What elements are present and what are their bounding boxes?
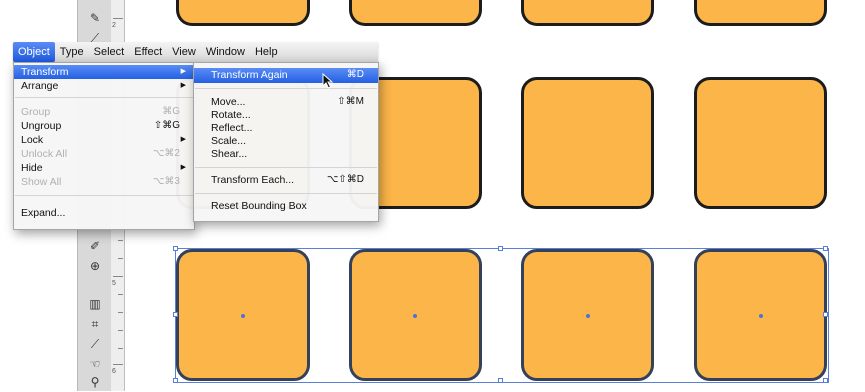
submenu-arrow-icon: ▶ [180,136,186,143]
slice-icon[interactable]: ⟋ [84,334,106,354]
menu-help[interactable]: Help [250,42,283,62]
menu-view[interactable]: View [167,42,201,62]
menu-item-reset-bounding-box[interactable]: Reset Bounding Box [194,199,378,213]
ruler-tick [118,312,123,313]
menu-item-arrange[interactable]: Arrange ▶ [14,79,194,93]
menu-item-show-all: Show All ⌥⌘3 [21,176,180,188]
menu-object[interactable]: Object [13,42,55,62]
symbol-sprayer-icon[interactable]: ⊕ [84,256,106,276]
bounding-box-handle[interactable] [823,378,828,383]
menu-item-lock[interactable]: Lock ▶ [14,133,194,147]
menu-type[interactable]: Type [55,42,89,62]
menu-item-group: Group ⌘G [21,106,180,118]
artboard-icon[interactable]: ⌗ [84,314,106,334]
menu-item-transform-again[interactable]: Transform Again ⌘D [194,68,378,83]
bounding-box-handle[interactable] [173,378,178,383]
menu-separator [15,97,193,98]
selection-bounding-box[interactable] [175,248,829,383]
ruler-tick [118,240,123,241]
menu-item-transform[interactable]: Transform ▶ [14,65,194,79]
bounding-box-handle[interactable] [498,246,503,251]
submenu-arrow-icon: ▶ [180,164,186,171]
bounding-box-handle[interactable] [823,312,828,317]
rounded-square-tile[interactable] [521,0,654,26]
hand-icon[interactable]: ☜ [84,354,106,374]
object-menu: Transform ▶ Arrange ▶ Group ⌘G Ungroup ⇧⌘G L… [13,62,195,230]
rounded-square-tile[interactable] [521,77,654,209]
menu-item-shear[interactable]: Shear... [194,147,378,161]
bounding-box-handle[interactable] [173,312,178,317]
menu-select[interactable]: Select [89,42,130,62]
pen-tool-icon[interactable]: ✎ [84,8,106,28]
ruler-tick [113,18,123,19]
menu-window[interactable]: Window [201,42,250,62]
menu-separator [195,193,377,194]
bounding-box-handle[interactable] [498,378,503,383]
menu-bar: Object Type Select Effect View Window He… [13,42,378,63]
ruler-tick [118,348,123,349]
submenu-arrow-icon: ▶ [180,82,186,89]
ruler-tick [118,330,123,331]
rounded-square-tile[interactable] [176,0,310,26]
column-graph-icon[interactable]: ▥ [84,294,106,314]
ruler-label: 6 [112,368,116,375]
menu-item-unlock-all: Unlock All ⌥⌘2 [21,148,180,160]
menu-separator [15,195,193,196]
rounded-square-tile[interactable] [694,77,827,209]
bounding-box-handle[interactable] [173,246,178,251]
menu-item-reflect[interactable]: Reflect... [194,121,378,135]
ruler-tick [113,276,123,277]
transform-submenu: Transform Again ⌘D Move... ⇧⌘M Rotate... R… [193,62,379,222]
menu-item-expand[interactable]: Expand... [14,206,194,220]
ruler-tick [118,258,123,259]
menu-item-rotate[interactable]: Rotate... [194,108,378,122]
bounding-box-handle[interactable] [823,246,828,251]
menu-item-transform-each[interactable]: Transform Each... ⌥⇧⌘D [194,173,378,187]
menu-item-hide[interactable]: Hide ▶ [14,161,194,175]
ruler-label: 2 [112,22,116,29]
ruler-label: 5 [112,280,116,287]
menu-separator [195,167,377,168]
menu-effect[interactable]: Effect [129,42,167,62]
menu-item-ungroup[interactable]: Ungroup ⇧⌘G [14,119,194,133]
rounded-square-tile[interactable] [694,0,827,26]
menu-separator [195,88,377,89]
mouse-pointer-icon [322,73,334,89]
menu-item-scale[interactable]: Scale... [194,134,378,148]
ruler-tick [118,294,123,295]
blob-brush-icon[interactable]: ✐ [84,236,106,256]
submenu-arrow-icon: ▶ [180,68,186,75]
menu-item-move[interactable]: Move... ⇧⌘M [194,95,378,109]
rounded-square-tile[interactable] [349,0,482,26]
zoom-icon[interactable]: ⚲ [84,372,106,392]
ruler-tick [113,364,123,365]
